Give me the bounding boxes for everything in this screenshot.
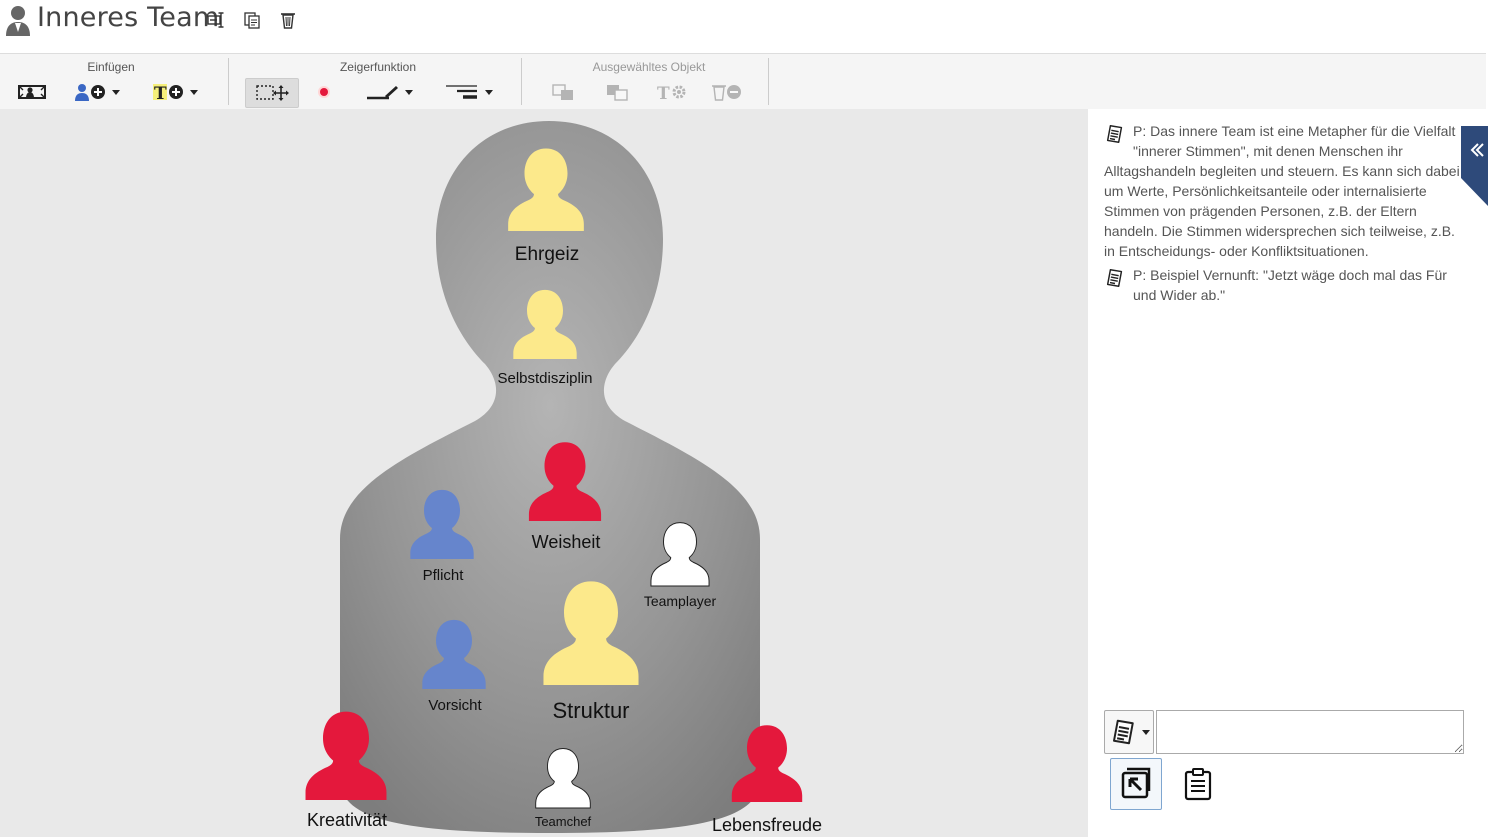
trash-icon[interactable] bbox=[278, 10, 298, 30]
svg-text:T: T bbox=[657, 84, 670, 101]
line-style-button[interactable] bbox=[445, 78, 501, 106]
figure-label-kreativitaet: Kreativität bbox=[306, 810, 388, 830]
figure-lebensfreude[interactable] bbox=[727, 714, 807, 810]
bring-front-icon bbox=[552, 84, 573, 100]
title-bar: Inneres Team bbox=[0, 0, 1488, 52]
figure-teamplayer[interactable] bbox=[647, 515, 713, 591]
send-back-button[interactable] bbox=[602, 78, 634, 106]
group-label-insert: Einfügen bbox=[87, 60, 135, 74]
note-icon bbox=[1104, 123, 1126, 145]
note-text: P: Beispiel Vernunft: "Jetzt wäge doch m… bbox=[1133, 267, 1447, 303]
figure-ehrgeiz[interactable] bbox=[503, 138, 589, 238]
group-label-selected-object: Ausgewähltes Objekt bbox=[592, 60, 706, 74]
add-text-icon: T bbox=[153, 84, 183, 101]
delete-object-button[interactable] bbox=[708, 78, 744, 106]
note-input[interactable] bbox=[1156, 710, 1464, 754]
toolbar-divider bbox=[228, 58, 229, 105]
note-item[interactable]: P: Das innere Team ist eine Metapher für… bbox=[1104, 121, 1484, 261]
clipboard-icon bbox=[1184, 768, 1212, 801]
figure-label-vorsicht: Vorsicht bbox=[428, 697, 482, 714]
add-person-icon bbox=[75, 84, 105, 101]
note-icon bbox=[1109, 717, 1139, 747]
page-title: Inneres Team bbox=[37, 2, 220, 33]
clipboard-button[interactable] bbox=[1172, 758, 1224, 810]
figure-label-weisheit: Weisheit bbox=[531, 532, 601, 552]
note-item[interactable]: P: Beispiel Vernunft: "Jetzt wäge doch m… bbox=[1104, 265, 1464, 305]
svg-text:T: T bbox=[154, 84, 167, 101]
chevron-down-icon bbox=[485, 89, 493, 95]
rename-icon[interactable] bbox=[206, 10, 226, 30]
note-icon bbox=[1104, 267, 1126, 289]
record-button[interactable] bbox=[308, 78, 340, 106]
text-settings-icon: T bbox=[657, 84, 686, 101]
add-text-button[interactable]: T bbox=[152, 78, 208, 106]
chevron-down-icon bbox=[1142, 729, 1150, 735]
figure-label-selbstdisziplin: Selbstdisziplin bbox=[497, 370, 593, 387]
bring-front-button[interactable] bbox=[548, 78, 580, 106]
insert-background-button[interactable] bbox=[16, 78, 48, 106]
note-text: P: Das innere Team ist eine Metapher für… bbox=[1133, 123, 1456, 139]
figure-label-lebensfreude: Lebensfreude bbox=[711, 815, 823, 835]
note-composer bbox=[1104, 710, 1464, 756]
delete-object-icon bbox=[712, 85, 741, 101]
text-settings-button[interactable]: T bbox=[654, 78, 690, 106]
chevron-down-icon bbox=[190, 89, 198, 95]
select-move-button[interactable] bbox=[245, 78, 299, 108]
note-type-select[interactable] bbox=[1104, 710, 1154, 754]
send-back-icon bbox=[607, 85, 628, 101]
pen-icon bbox=[367, 86, 398, 100]
record-dot-icon bbox=[318, 86, 330, 98]
toolbar-divider bbox=[768, 58, 769, 105]
save-note-button[interactable] bbox=[1110, 758, 1162, 810]
copy-icon[interactable] bbox=[242, 10, 262, 30]
figure-weisheit[interactable] bbox=[524, 433, 606, 527]
figure-selbstdisziplin[interactable] bbox=[509, 281, 581, 365]
figure-struktur[interactable] bbox=[537, 570, 645, 692]
figure-label-pflicht: Pflicht bbox=[422, 567, 464, 584]
figure-label-teamchef: Teamchef bbox=[534, 814, 592, 829]
insert-background-icon bbox=[18, 85, 46, 99]
collapse-panel-tab[interactable] bbox=[1461, 126, 1488, 206]
figure-label-struktur: Struktur bbox=[552, 698, 630, 723]
figure-kreativitaet[interactable] bbox=[300, 702, 392, 806]
toolbar: Einfügen Zeigerfunktion Ausgewähltes Obj… bbox=[0, 53, 1486, 110]
figure-pflicht[interactable] bbox=[406, 482, 478, 564]
add-person-button[interactable] bbox=[74, 78, 130, 106]
figure-label-ehrgeiz: Ehrgeiz bbox=[514, 244, 580, 265]
pen-button[interactable] bbox=[365, 78, 421, 106]
chevron-down-icon bbox=[405, 89, 413, 95]
toolbar-divider bbox=[521, 58, 522, 105]
person-group-icon bbox=[6, 6, 30, 36]
select-move-icon bbox=[256, 85, 289, 101]
save-note-icon bbox=[1121, 767, 1151, 799]
line-style-icon bbox=[446, 85, 477, 99]
group-label-pointer: Zeigerfunktion bbox=[339, 60, 417, 74]
chevron-down-icon bbox=[112, 89, 120, 95]
figure-teamchef[interactable] bbox=[532, 741, 594, 813]
figure-label-teamplayer: Teamplayer bbox=[643, 593, 717, 609]
figure-vorsicht[interactable] bbox=[418, 612, 490, 694]
